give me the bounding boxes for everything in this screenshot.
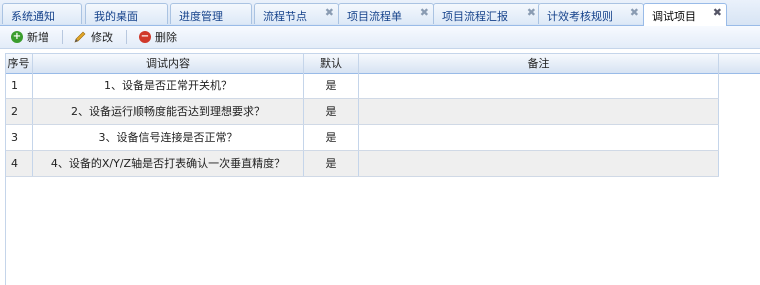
tab-performance-rules[interactable]: 计效考核规则 ✖ xyxy=(538,3,644,24)
minus-circle-icon: − xyxy=(139,31,151,43)
cell-no: 3 xyxy=(5,125,33,150)
column-header-no[interactable]: 序号 xyxy=(5,54,33,73)
tab-project-process-sheet[interactable]: 项目流程单 ✖ xyxy=(338,3,434,24)
table-row[interactable]: 1 1、设备是否正常开关机？ 是 xyxy=(5,73,719,99)
close-icon[interactable]: ✖ xyxy=(527,6,536,19)
table-row[interactable]: 4 4、设备的X/Y/Z轴是否打表确认一次垂直精度？ 是 xyxy=(5,151,719,177)
tab-label: 我的桌面 xyxy=(94,10,138,23)
tab-label: 计效考核规则 xyxy=(547,10,613,23)
grid-header: 序号 调试内容 默认 备注 xyxy=(5,53,760,74)
tab-label: 调试项目 xyxy=(652,10,696,23)
plus-circle-icon: + xyxy=(11,31,23,43)
pencil-icon xyxy=(73,30,87,44)
toolbar-separator xyxy=(126,30,127,44)
cell-default: 是 xyxy=(304,125,359,150)
cell-note xyxy=(359,99,719,124)
column-header-default[interactable]: 默认 xyxy=(304,54,359,73)
cell-note xyxy=(359,125,719,150)
cell-default: 是 xyxy=(304,73,359,98)
table-row[interactable]: 3 3、设备信号连接是否正常？ 是 xyxy=(5,125,719,151)
edit-button[interactable]: 修改 xyxy=(73,28,113,46)
cell-note xyxy=(359,151,719,176)
table-row[interactable]: 2 2、设备运行顺畅度能否达到理想要求？ 是 xyxy=(5,99,719,125)
cell-content: 3、设备信号连接是否正常？ xyxy=(33,125,304,150)
tab-label: 进度管理 xyxy=(179,10,223,23)
add-button-label: 新增 xyxy=(27,31,49,44)
toolbar: + 新增 修改 − 删除 xyxy=(0,26,760,49)
tab-project-process-report[interactable]: 项目流程汇报 ✖ xyxy=(433,3,541,24)
tab-label: 流程节点 xyxy=(263,10,307,23)
cell-content: 2、设备运行顺畅度能否达到理想要求？ xyxy=(33,99,304,124)
tab-system-notice[interactable]: 系统通知 xyxy=(2,3,82,24)
cell-no: 4 xyxy=(5,151,33,176)
grid-left-border xyxy=(5,53,6,285)
tab-my-desktop[interactable]: 我的桌面 xyxy=(85,3,168,24)
cell-default: 是 xyxy=(304,151,359,176)
cell-no: 1 xyxy=(5,73,33,98)
cell-content: 1、设备是否正常开关机？ xyxy=(33,73,304,98)
tab-label: 系统通知 xyxy=(11,10,55,23)
cell-no: 2 xyxy=(5,99,33,124)
delete-button-label: 删除 xyxy=(155,31,177,44)
tab-process-node[interactable]: 流程节点 ✖ xyxy=(254,3,339,24)
grid-body: 1 1、设备是否正常开关机？ 是 2 2、设备运行顺畅度能否达到理想要求？ 是 … xyxy=(5,73,760,285)
delete-button[interactable]: − 删除 xyxy=(139,28,177,46)
add-button[interactable]: + 新增 xyxy=(11,28,49,46)
cell-default: 是 xyxy=(304,99,359,124)
tab-progress-management[interactable]: 进度管理 xyxy=(170,3,252,24)
close-icon[interactable]: ✖ xyxy=(713,6,722,19)
close-icon[interactable]: ✖ xyxy=(420,6,429,19)
tab-debug-items[interactable]: 调试项目 ✖ xyxy=(643,3,727,26)
close-icon[interactable]: ✖ xyxy=(630,6,639,19)
column-header-content[interactable]: 调试内容 xyxy=(33,54,304,73)
tab-label: 项目流程单 xyxy=(347,10,402,23)
tab-bar: 系统通知 我的桌面 进度管理 流程节点 ✖ 项目流程单 ✖ 项目流程汇报 ✖ 计… xyxy=(0,0,760,26)
close-icon[interactable]: ✖ xyxy=(325,6,334,19)
tab-label: 项目流程汇报 xyxy=(442,10,508,23)
cell-note xyxy=(359,73,719,98)
toolbar-separator xyxy=(62,30,63,44)
cell-content: 4、设备的X/Y/Z轴是否打表确认一次垂直精度？ xyxy=(33,151,304,176)
edit-button-label: 修改 xyxy=(91,31,113,44)
column-header-note[interactable]: 备注 xyxy=(359,54,719,73)
